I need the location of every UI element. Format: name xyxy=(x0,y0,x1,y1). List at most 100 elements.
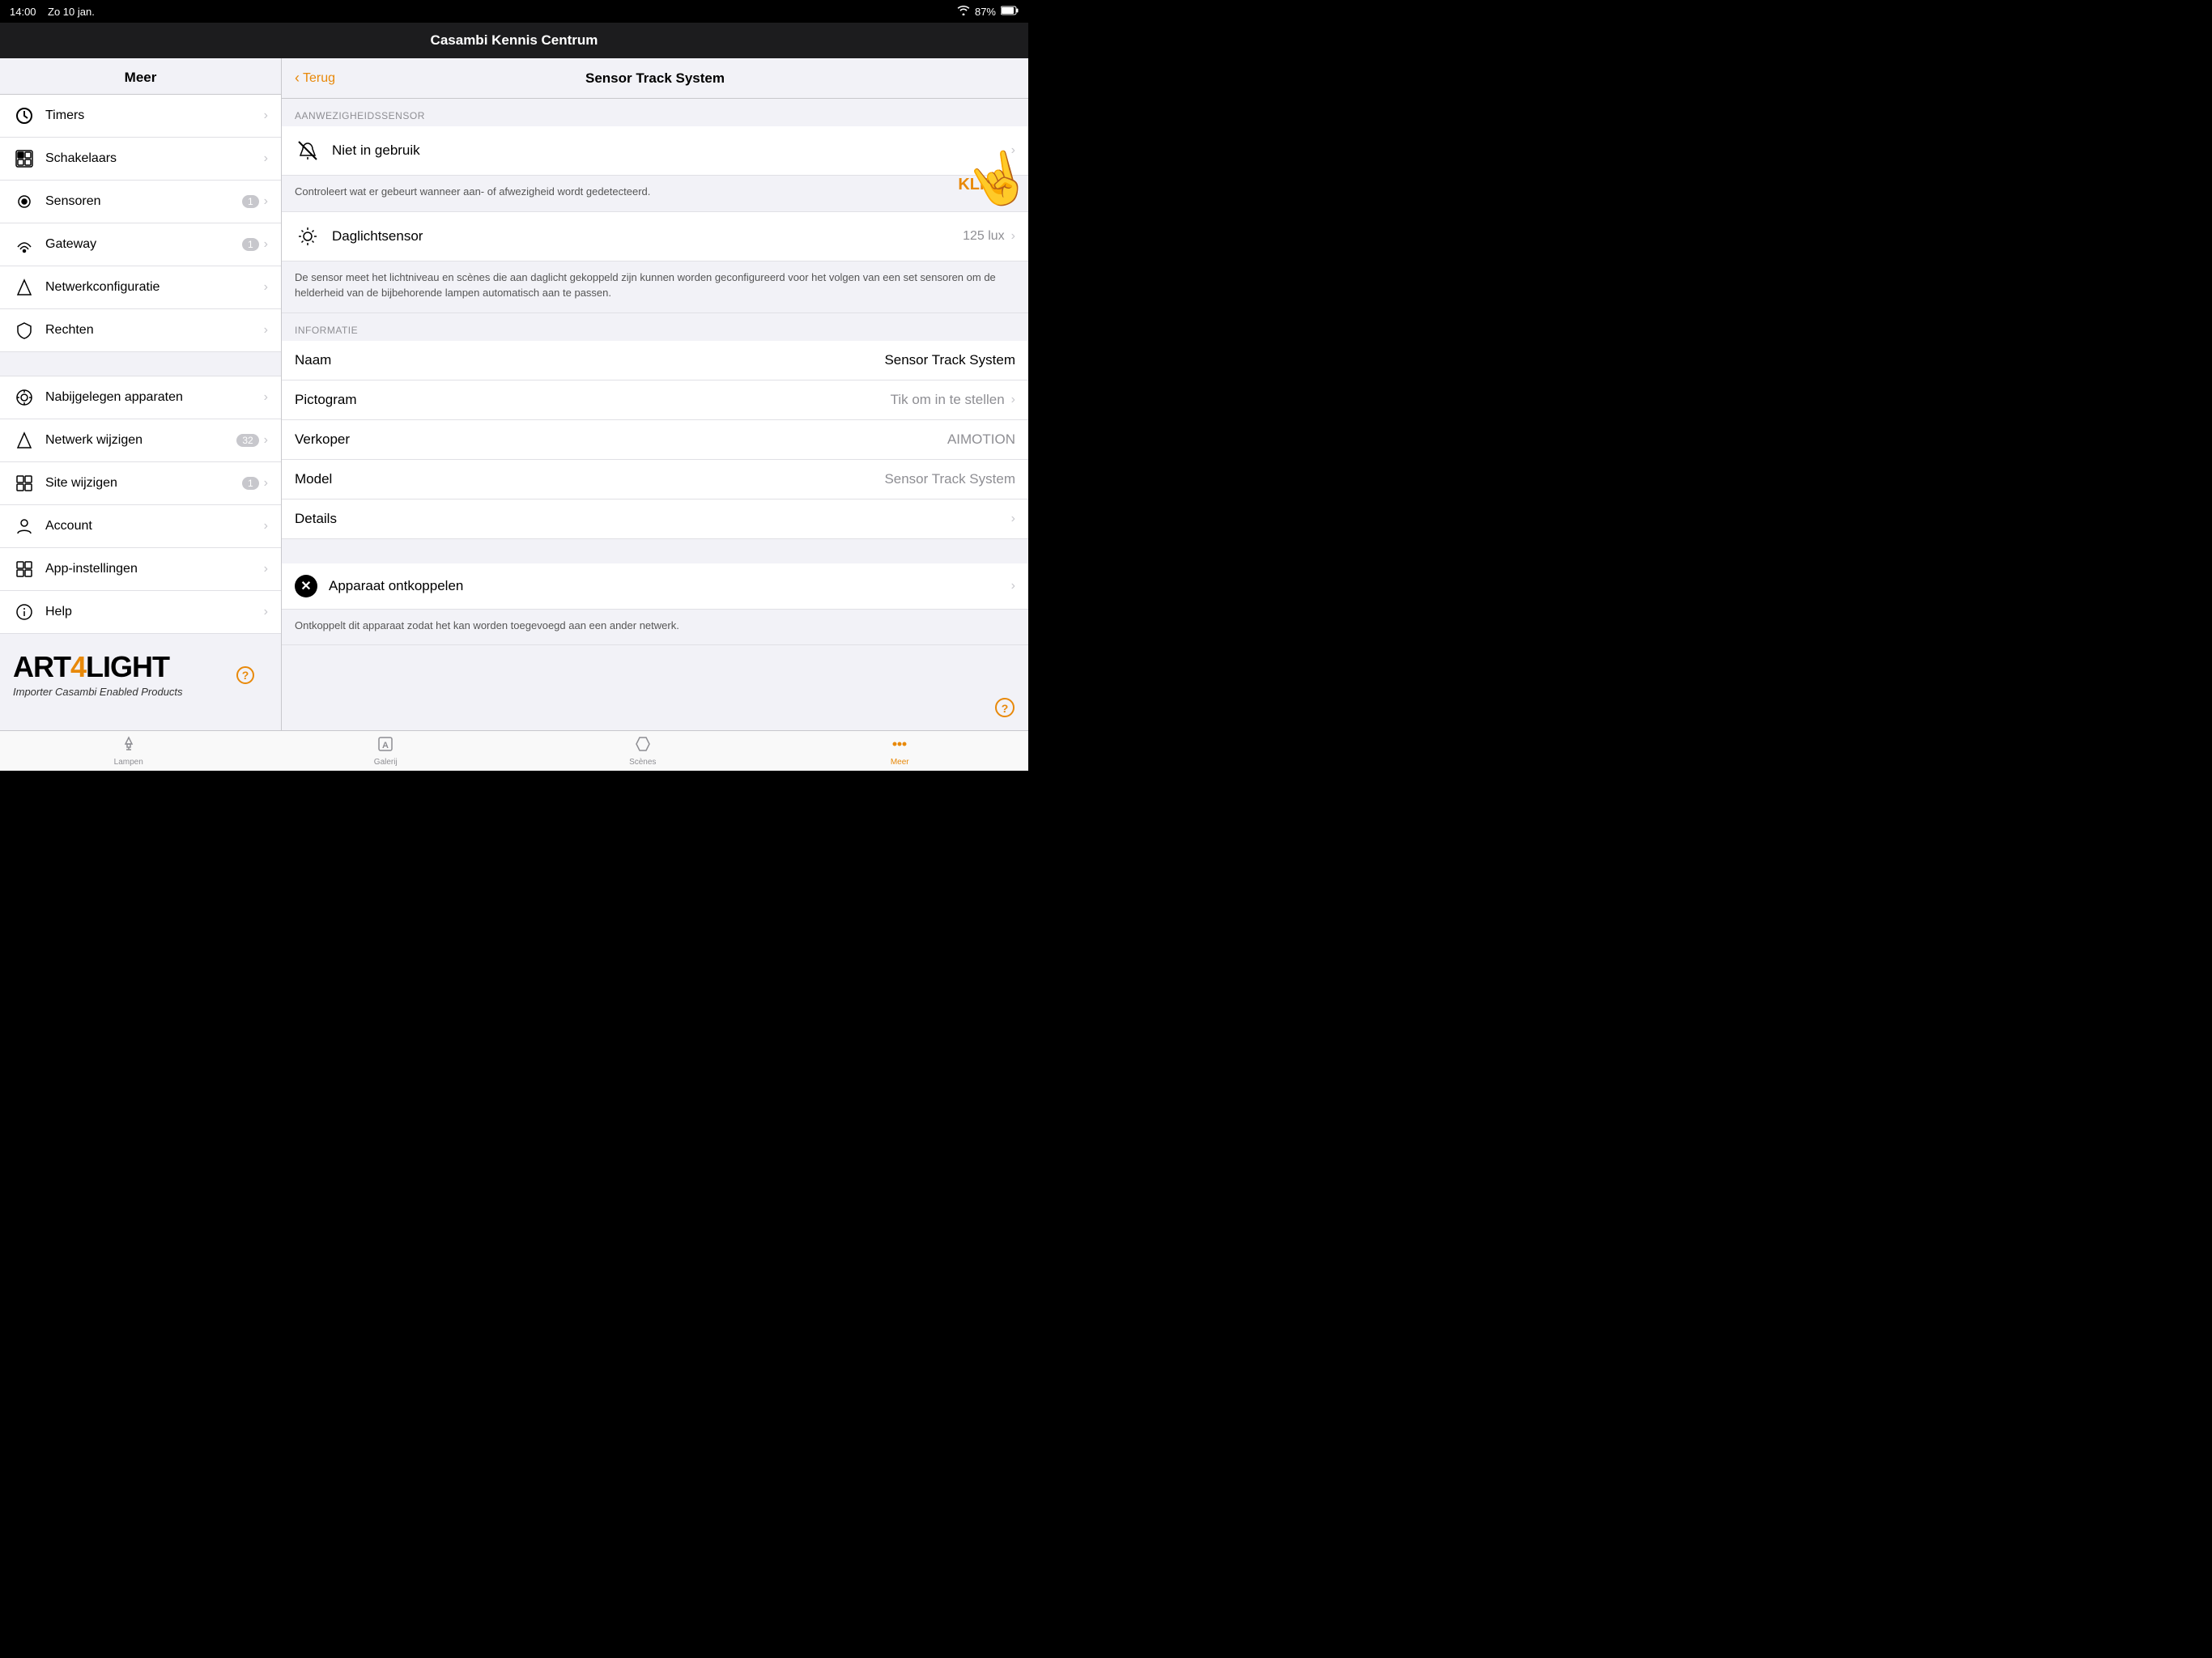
gateway-badge: 1 xyxy=(242,238,259,251)
aanwezigheidssensor-description: Controleert wat er gebeurt wanneer aan- … xyxy=(282,176,1028,212)
sidebar-header: Meer xyxy=(0,58,281,95)
chevron-right-icon: › xyxy=(264,151,268,166)
chevron-right-icon: › xyxy=(264,280,268,295)
tab-meer[interactable]: Meer xyxy=(772,731,1029,771)
sidebar-gateway-label: Gateway xyxy=(45,237,242,252)
wifi-icon xyxy=(957,6,970,18)
battery-icon xyxy=(1001,6,1019,18)
tab-galerij[interactable]: A Galerij xyxy=(257,731,515,771)
disconnect-description: Ontkoppelt dit apparaat zodat het kan wo… xyxy=(282,610,1028,646)
app-header: Casambi Kennis Centrum xyxy=(0,23,1028,58)
sidebar-netwerk-wijzigen-label: Netwerk wijzigen xyxy=(45,433,236,448)
more-icon xyxy=(891,736,908,756)
model-row: Model Sensor Track System xyxy=(282,460,1028,500)
lamp-icon xyxy=(121,736,137,756)
shield-icon xyxy=(13,319,36,342)
back-button[interactable]: ‹ Terug xyxy=(295,70,335,87)
chevron-right-icon: › xyxy=(264,476,268,491)
sidebar-item-account[interactable]: Account › xyxy=(0,505,281,548)
sensor-icon xyxy=(13,190,36,213)
status-right: 87% xyxy=(957,6,1019,18)
daglichtsensor-description: De sensor meet het lichtniveau en scènes… xyxy=(282,261,1028,313)
tab-lampen[interactable]: Lampen xyxy=(0,731,257,771)
naam-label: Naam xyxy=(295,352,424,368)
right-help-button[interactable]: ? xyxy=(994,697,1015,722)
status-battery: 87% xyxy=(975,6,996,18)
right-panel: ‹ Terug Sensor Track System KLIK 🤘 AANWE… xyxy=(282,58,1028,730)
app-title: Casambi Kennis Centrum xyxy=(431,32,598,49)
sidebar-item-nabijgelegen[interactable]: Nabijgelegen apparaten › xyxy=(0,376,281,419)
person-icon xyxy=(13,515,36,538)
chevron-right-icon: › xyxy=(264,390,268,405)
chevron-right-icon: › xyxy=(264,194,268,209)
switch-icon xyxy=(13,147,36,170)
tab-lampen-label: Lampen xyxy=(114,758,143,767)
status-bar: 14:00 Zo 10 jan. 87% xyxy=(0,0,1028,23)
sidebar-title: Meer xyxy=(125,70,157,85)
sidebar-site-wijzigen-label: Site wijzigen xyxy=(45,476,242,491)
tab-scenes[interactable]: Scènes xyxy=(514,731,772,771)
sidebar-item-schakelaars[interactable]: Schakelaars › xyxy=(0,138,281,181)
details-row[interactable]: Details › xyxy=(282,500,1028,539)
logo-tagline: Importer Casambi Enabled Products xyxy=(13,686,268,698)
tab-bar: Lampen A Galerij Scènes Meer xyxy=(0,730,1028,771)
niet-in-gebruik-row[interactable]: Niet in gebruik › xyxy=(282,126,1028,176)
sidebar-item-help[interactable]: Help › xyxy=(0,591,281,634)
svg-text:?: ? xyxy=(242,669,249,682)
disconnect-row[interactable]: ✕ Apparaat ontkoppelen › xyxy=(282,563,1028,610)
network-icon xyxy=(13,276,36,299)
gateway-icon xyxy=(13,233,36,256)
network-edit-icon xyxy=(13,429,36,452)
sidebar-divider xyxy=(0,352,281,376)
chevron-right-icon: › xyxy=(264,237,268,252)
settings-grid-icon xyxy=(13,558,36,580)
sidebar-account-label: Account xyxy=(45,519,264,534)
sun-icon xyxy=(295,223,321,249)
sidebar-item-app-instellingen[interactable]: App-instellingen › xyxy=(0,548,281,591)
model-value: Sensor Track System xyxy=(424,471,1015,487)
sidebar-item-rechten[interactable]: Rechten › xyxy=(0,309,281,352)
gallery-icon: A xyxy=(377,736,393,756)
verkoper-row: Verkoper AIMOTION xyxy=(282,420,1028,460)
chevron-right-icon: › xyxy=(1011,393,1015,407)
verkoper-value: AIMOTION xyxy=(424,432,1015,448)
logo-art-text: ART xyxy=(13,650,70,683)
sidebar-rechten-label: Rechten xyxy=(45,323,264,338)
sidebar-item-timers[interactable]: Timers › xyxy=(0,95,281,138)
sidebar-schakelaars-label: Schakelaars xyxy=(45,151,264,166)
sidebar-netwerkconfiguratie-label: Netwerkconfiguratie xyxy=(45,280,264,295)
sidebar-item-netwerk-wijzigen[interactable]: Netwerk wijzigen 32 › xyxy=(0,419,281,462)
sidebar-item-netwerkconfiguratie[interactable]: Netwerkconfiguratie › xyxy=(0,266,281,309)
sidebar-app-instellingen-label: App-instellingen xyxy=(45,562,264,576)
site-icon xyxy=(13,472,36,495)
sidebar-help-button[interactable]: ? xyxy=(236,665,255,690)
naam-row: Naam Sensor Track System xyxy=(282,341,1028,380)
klik-overlay: KLIK 🤘 xyxy=(931,151,1028,232)
clock-icon xyxy=(13,104,36,127)
sidebar-nabijgelegen-label: Nabijgelegen apparaten xyxy=(45,390,264,405)
daglichtsensor-label: Daglichtsensor xyxy=(332,228,963,244)
disconnect-icon: ✕ xyxy=(295,575,317,597)
chevron-right-icon: › xyxy=(264,562,268,576)
status-time-date: 14:00 Zo 10 jan. xyxy=(10,6,95,18)
pictogram-row[interactable]: Pictogram Tik om in te stellen › xyxy=(282,380,1028,420)
svg-text:?: ? xyxy=(1002,702,1009,715)
nearby-icon xyxy=(13,386,36,409)
site-badge: 1 xyxy=(242,477,259,490)
netwerk-badge: 32 xyxy=(236,434,258,447)
daglichtsensor-row[interactable]: Daglichtsensor 125 lux › xyxy=(282,212,1028,261)
chevron-right-icon: › xyxy=(264,323,268,338)
sidebar-timers-label: Timers xyxy=(45,108,264,123)
sidebar-item-sensoren[interactable]: Sensoren 1 › xyxy=(0,181,281,223)
chevron-right-icon: › xyxy=(264,519,268,534)
tab-galerij-label: Galerij xyxy=(374,758,398,767)
sidebar-item-gateway[interactable]: Gateway 1 › xyxy=(0,223,281,266)
chevron-right-icon: › xyxy=(1011,512,1015,526)
sidebar-sensoren-label: Sensoren xyxy=(45,194,242,209)
sidebar-item-site-wijzigen[interactable]: Site wijzigen 1 › xyxy=(0,462,281,505)
sidebar-help-label: Help xyxy=(45,605,264,619)
sidebar: Meer Timers › xyxy=(0,58,282,730)
back-chevron-icon: ‹ xyxy=(295,70,300,87)
disconnect-chevron-icon: › xyxy=(1011,579,1015,593)
informatie-section-label: INFORMATIE xyxy=(282,313,1028,341)
